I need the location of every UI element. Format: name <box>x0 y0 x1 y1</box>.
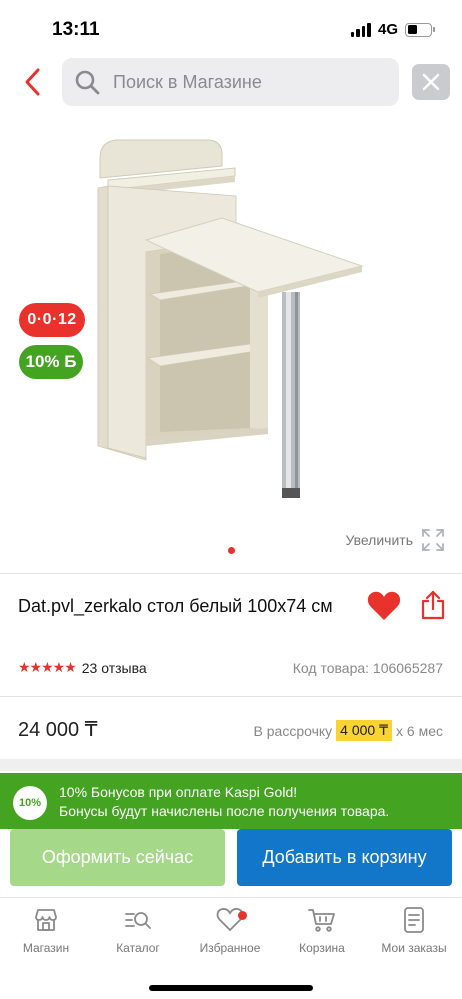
close-icon <box>422 73 440 91</box>
status-bar: 13:11 4G <box>0 0 462 54</box>
status-indicators: 4G <box>350 21 435 38</box>
product-image[interactable] <box>90 130 380 510</box>
add-to-cart-button[interactable]: Добавить в корзину <box>237 829 452 886</box>
promo-headline: 10% Бонусов при оплате Kaspi Gold! <box>59 784 298 800</box>
cart-icon <box>308 909 335 932</box>
section-separator <box>0 759 462 771</box>
search-input[interactable]: Поиск в Магазине <box>62 58 399 106</box>
notification-dot <box>238 911 247 920</box>
product-price: 24 000 ₸ <box>18 719 98 741</box>
tab-shop[interactable]: Магазин <box>0 906 92 955</box>
installment-suffix: х 6 мес <box>396 722 443 739</box>
status-time: 13:11 <box>52 19 100 40</box>
installment-prefix: В рассрочку <box>253 722 333 739</box>
tab-label: Мои заказы <box>381 941 447 955</box>
promo-subtext: Бонусы будут начислены после получения т… <box>59 803 390 819</box>
product-title: Dat.pvl_zerkalo стол белый 100x74 см <box>18 596 333 616</box>
divider <box>0 696 462 697</box>
search-placeholder: Поиск в Магазине <box>113 72 262 92</box>
bonus-badge: 10% Б <box>19 345 83 379</box>
gallery-pagination-dot[interactable] <box>228 547 235 554</box>
clear-search-button[interactable] <box>412 64 450 100</box>
desk-illustration <box>97 139 364 498</box>
installment-amount: 4 000 ₸ <box>336 720 393 741</box>
installment-badge: 0·0·12 <box>19 303 85 337</box>
tab-cart[interactable]: Корзина <box>276 906 368 955</box>
installment-info[interactable]: В рассрочку 4 000 ₸ х 6 мес <box>254 720 443 741</box>
home-indicator <box>149 985 313 991</box>
search-header: Поиск в Магазине <box>0 58 462 106</box>
tab-label: Магазин <box>22 941 70 955</box>
reviews-count: 23 отзыва <box>81 659 147 676</box>
magnifier-icon <box>75 70 100 95</box>
orders-icon <box>404 907 424 933</box>
rating-stars: ★★★★★ <box>18 659 77 675</box>
heart-icon <box>367 591 401 620</box>
share-icon <box>421 590 445 620</box>
share-button[interactable] <box>420 589 446 621</box>
tab-label: Корзина <box>299 941 345 955</box>
tab-orders[interactable]: Мои заказы <box>368 906 460 955</box>
rating-row[interactable]: ★★★★★ 23 отзыва <box>18 659 147 676</box>
network-type: 4G <box>377 21 398 38</box>
zoom-label: Увеличить <box>345 532 413 548</box>
shop-icon <box>35 909 57 931</box>
heart-outline-icon <box>216 908 244 932</box>
product-sku: Код товара: 106065287 <box>292 660 443 676</box>
expand-icon <box>422 529 444 551</box>
divider <box>0 573 462 574</box>
favorite-button[interactable] <box>366 590 402 622</box>
tab-favorites[interactable]: Избранное <box>184 906 276 955</box>
bottom-tab-bar: Магазин Каталог Избранное Корзина Мои за… <box>0 897 462 999</box>
chevron-left-icon <box>25 68 40 96</box>
catalog-icon <box>125 912 151 929</box>
tab-catalog[interactable]: Каталог <box>92 906 184 955</box>
back-button[interactable] <box>20 64 50 100</box>
bonus-promo-banner[interactable]: 10% 10% Бонусов при оплате Kaspi Gold! Б… <box>0 773 462 829</box>
buy-now-button[interactable]: Оформить сейчас <box>10 829 225 886</box>
zoom-button[interactable]: Увеличить <box>345 528 445 552</box>
tab-label: Избранное <box>199 941 261 955</box>
battery-icon <box>405 22 435 37</box>
signal-icon <box>350 22 371 37</box>
tab-label: Каталог <box>116 941 160 955</box>
bonus-percent-icon: 10% <box>13 786 47 820</box>
